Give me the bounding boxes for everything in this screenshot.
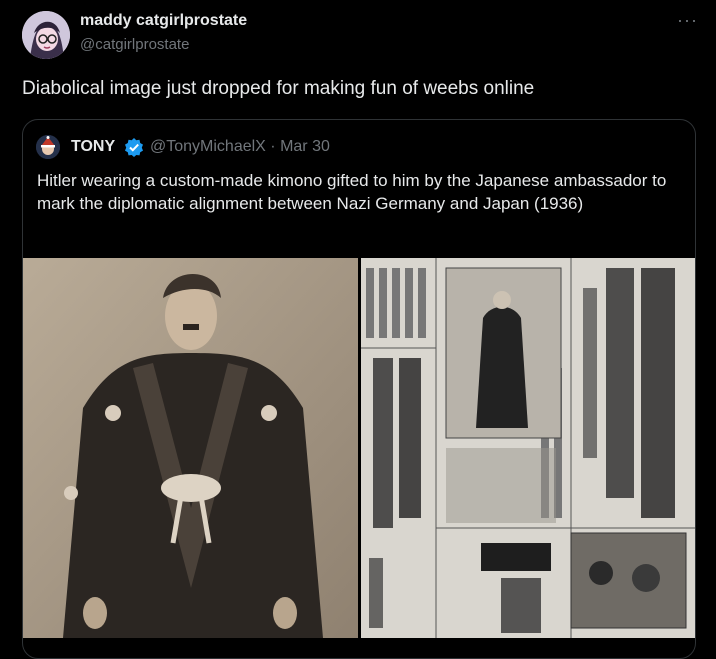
portrait-image [23,258,358,638]
kimono-portrait-photo[interactable] [23,258,358,638]
tweet-text: Diabolical image just dropped for making… [22,78,535,99]
author-avatar[interactable] [22,11,70,59]
quoted-author-handle-date[interactable]: @TonyMichaelX · Mar 30 [150,138,330,156]
newspaper-image [361,258,695,638]
more-options-icon[interactable]: ··· [677,10,698,31]
newspaper-clipping-photo[interactable] [361,258,695,638]
author-handle[interactable]: @catgirlprostate [80,36,189,53]
quoted-author-name[interactable]: TONY [71,138,115,156]
quoted-avatar-illustration [36,135,60,159]
quoted-tweet[interactable]: TONY @TonyMichaelX · Mar 30 Hitler weari… [22,119,696,659]
quoted-author-avatar[interactable] [36,135,60,159]
avatar-illustration [22,11,70,59]
author-name[interactable]: maddy catgirlprostate [80,12,247,30]
verified-badge-icon [125,138,143,157]
quoted-tweet-text: Hitler wearing a custom-made kimono gift… [37,171,667,213]
